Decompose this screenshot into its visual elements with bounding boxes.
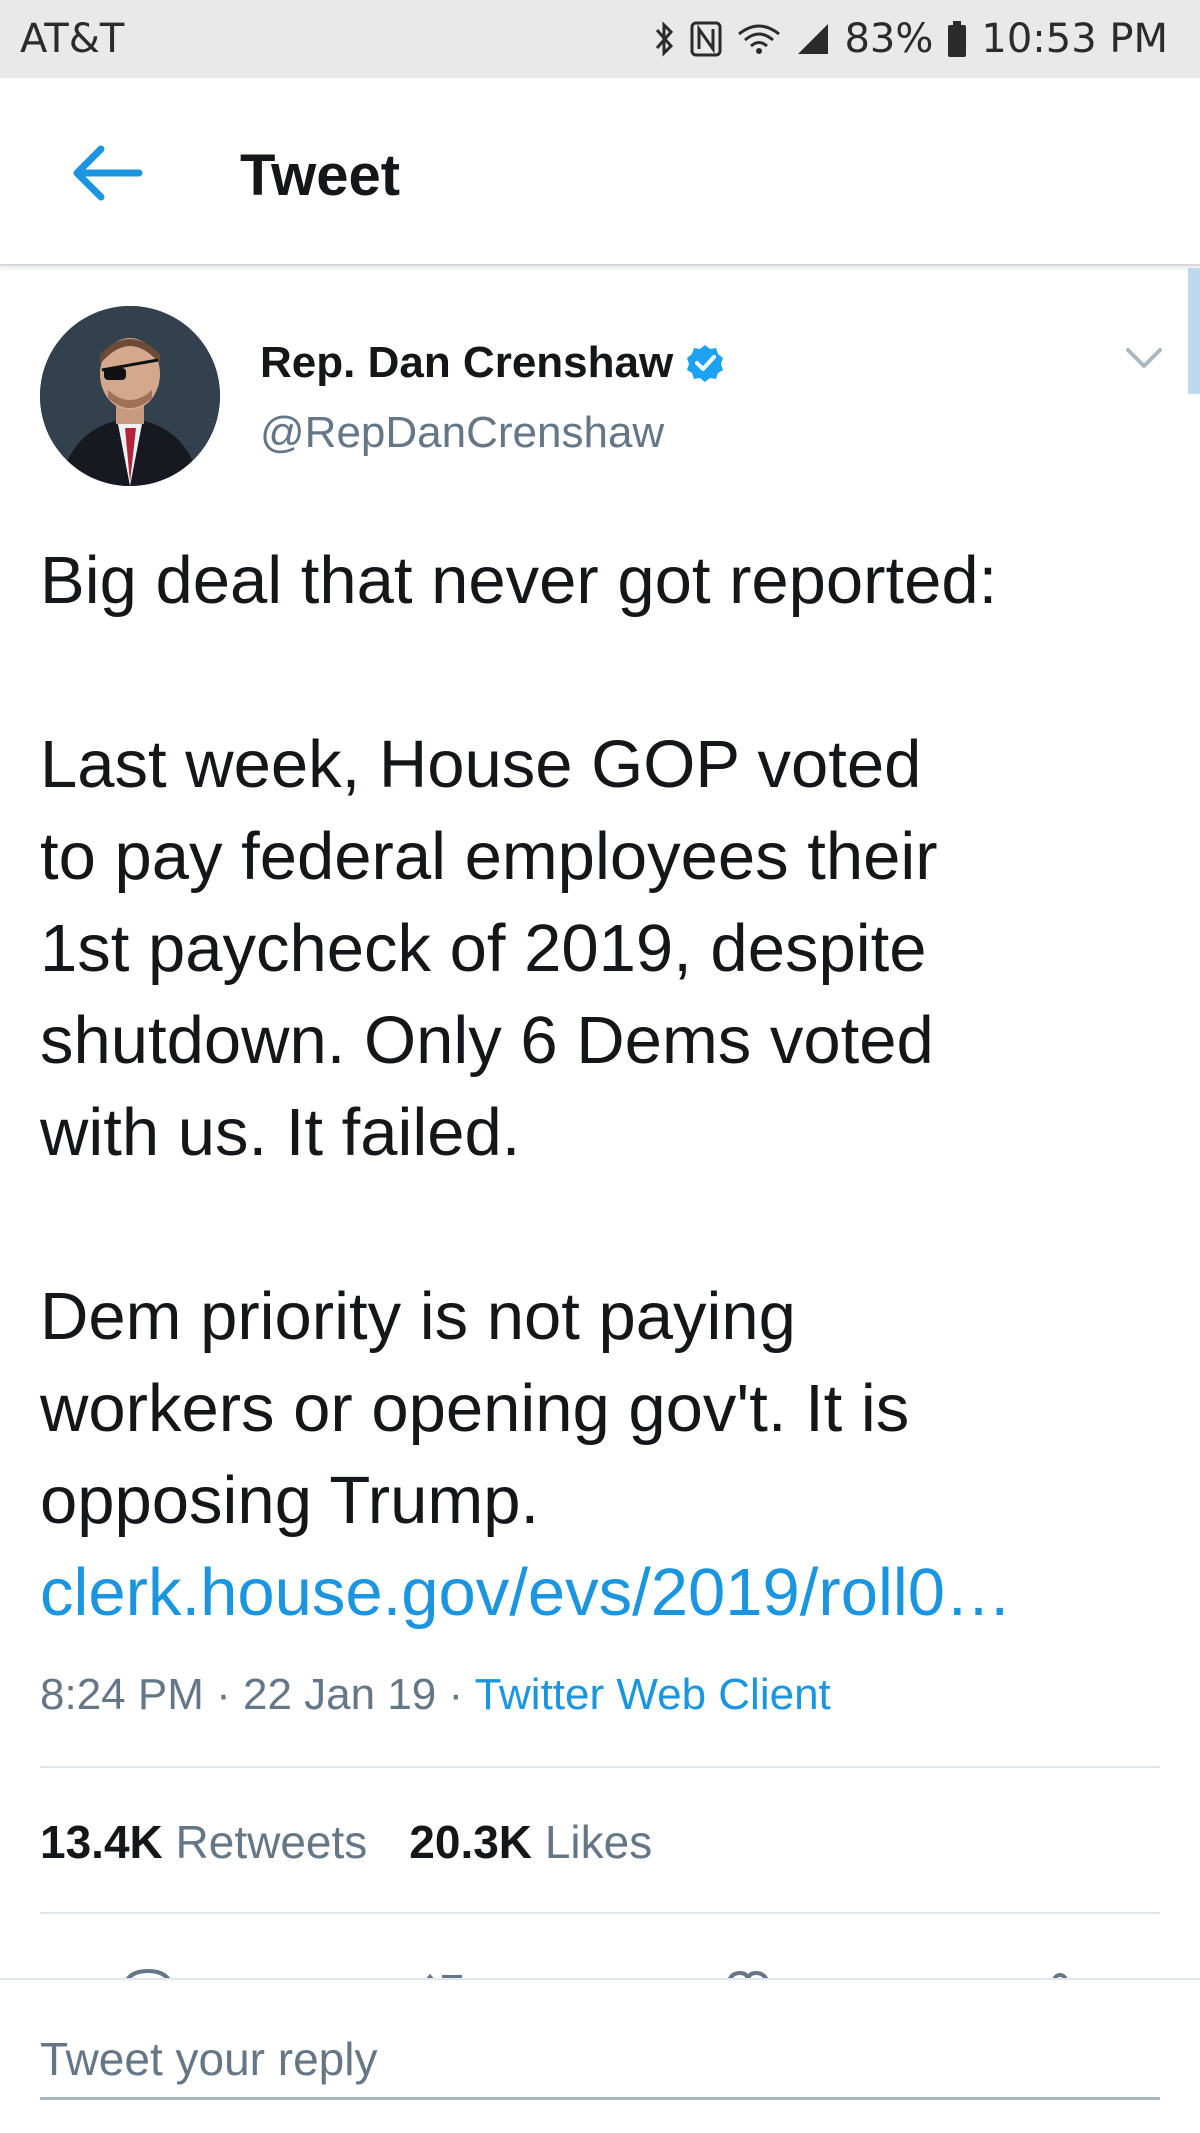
- tweet-line: Last week, House GOP voted: [40, 727, 922, 802]
- tweet-line: opposing Trump.: [40, 1463, 540, 1538]
- tweet-time: 8:24 PM: [40, 1670, 204, 1719]
- tweet-meta: 8:24 PM · 22 Jan 19 · Twitter Web Client: [40, 1670, 831, 1720]
- tweet-text: Big deal that never got reported: Last w…: [40, 535, 1160, 1639]
- retweets-stat[interactable]: 13.4K Retweets: [40, 1815, 367, 1869]
- app-bar: Tweet: [0, 78, 1200, 266]
- likes-stat[interactable]: 20.3K Likes: [409, 1815, 652, 1869]
- battery-icon: [947, 20, 967, 58]
- likes-count: 20.3K: [409, 1816, 533, 1868]
- status-icons: 83% 10:53 PM: [654, 16, 1168, 62]
- meta-separator: ·: [436, 1670, 475, 1719]
- tweet-client-link[interactable]: Twitter Web Client: [475, 1670, 831, 1719]
- back-button[interactable]: [66, 138, 146, 208]
- author-name[interactable]: Rep. Dan Crenshaw: [260, 338, 725, 388]
- reply-input[interactable]: [40, 2020, 1160, 2100]
- tweet-line: Dem priority is not paying: [40, 1279, 796, 1354]
- tweet-link[interactable]: clerk.house.gov/evs/2019/roll0…: [40, 1547, 1160, 1639]
- divider: [40, 1766, 1160, 1768]
- tweet-stats: 13.4K Retweets 20.3K Likes: [40, 1815, 652, 1869]
- tweet-line: Big deal that never got reported:: [40, 543, 998, 618]
- carrier-label: AT&T: [20, 16, 125, 62]
- divider: [40, 1912, 1160, 1914]
- meta-separator: ·: [203, 1670, 243, 1719]
- verified-badge-icon: [685, 343, 725, 383]
- tweet-line: 1st paycheck of 2019, despite: [40, 911, 927, 986]
- tweet-line: to pay federal employees their: [40, 819, 938, 894]
- signal-icon: [796, 22, 830, 56]
- tweet-line: with us. It failed.: [40, 1095, 521, 1170]
- status-bar: AT&T 83% 10:53 PM: [0, 0, 1200, 78]
- chevron-down-icon: [1126, 348, 1162, 368]
- avatar[interactable]: [40, 306, 220, 486]
- likes-label: Likes: [544, 1816, 653, 1868]
- tweet-line: workers or opening gov't. It is: [40, 1371, 910, 1446]
- page-title: Tweet: [240, 143, 401, 208]
- nfc-icon: [690, 21, 722, 57]
- reply-bar: [0, 1978, 1200, 2133]
- wifi-icon: [736, 22, 782, 56]
- battery-percent: 83%: [844, 16, 934, 62]
- author-name-text: Rep. Dan Crenshaw: [260, 338, 674, 387]
- bluetooth-icon: [654, 20, 676, 58]
- scroll-indicator[interactable]: [1188, 268, 1200, 394]
- tweet-line: shutdown. Only 6 Dems voted: [40, 1003, 934, 1078]
- more-options-button[interactable]: [1122, 340, 1166, 374]
- retweets-label: Retweets: [175, 1816, 368, 1868]
- retweets-count: 13.4K: [40, 1816, 163, 1868]
- author-handle[interactable]: @RepDanCrenshaw: [260, 408, 664, 458]
- clock: 10:53 PM: [981, 16, 1168, 62]
- tweet-date: 22 Jan 19: [242, 1670, 437, 1719]
- arrow-left-icon: [73, 145, 143, 201]
